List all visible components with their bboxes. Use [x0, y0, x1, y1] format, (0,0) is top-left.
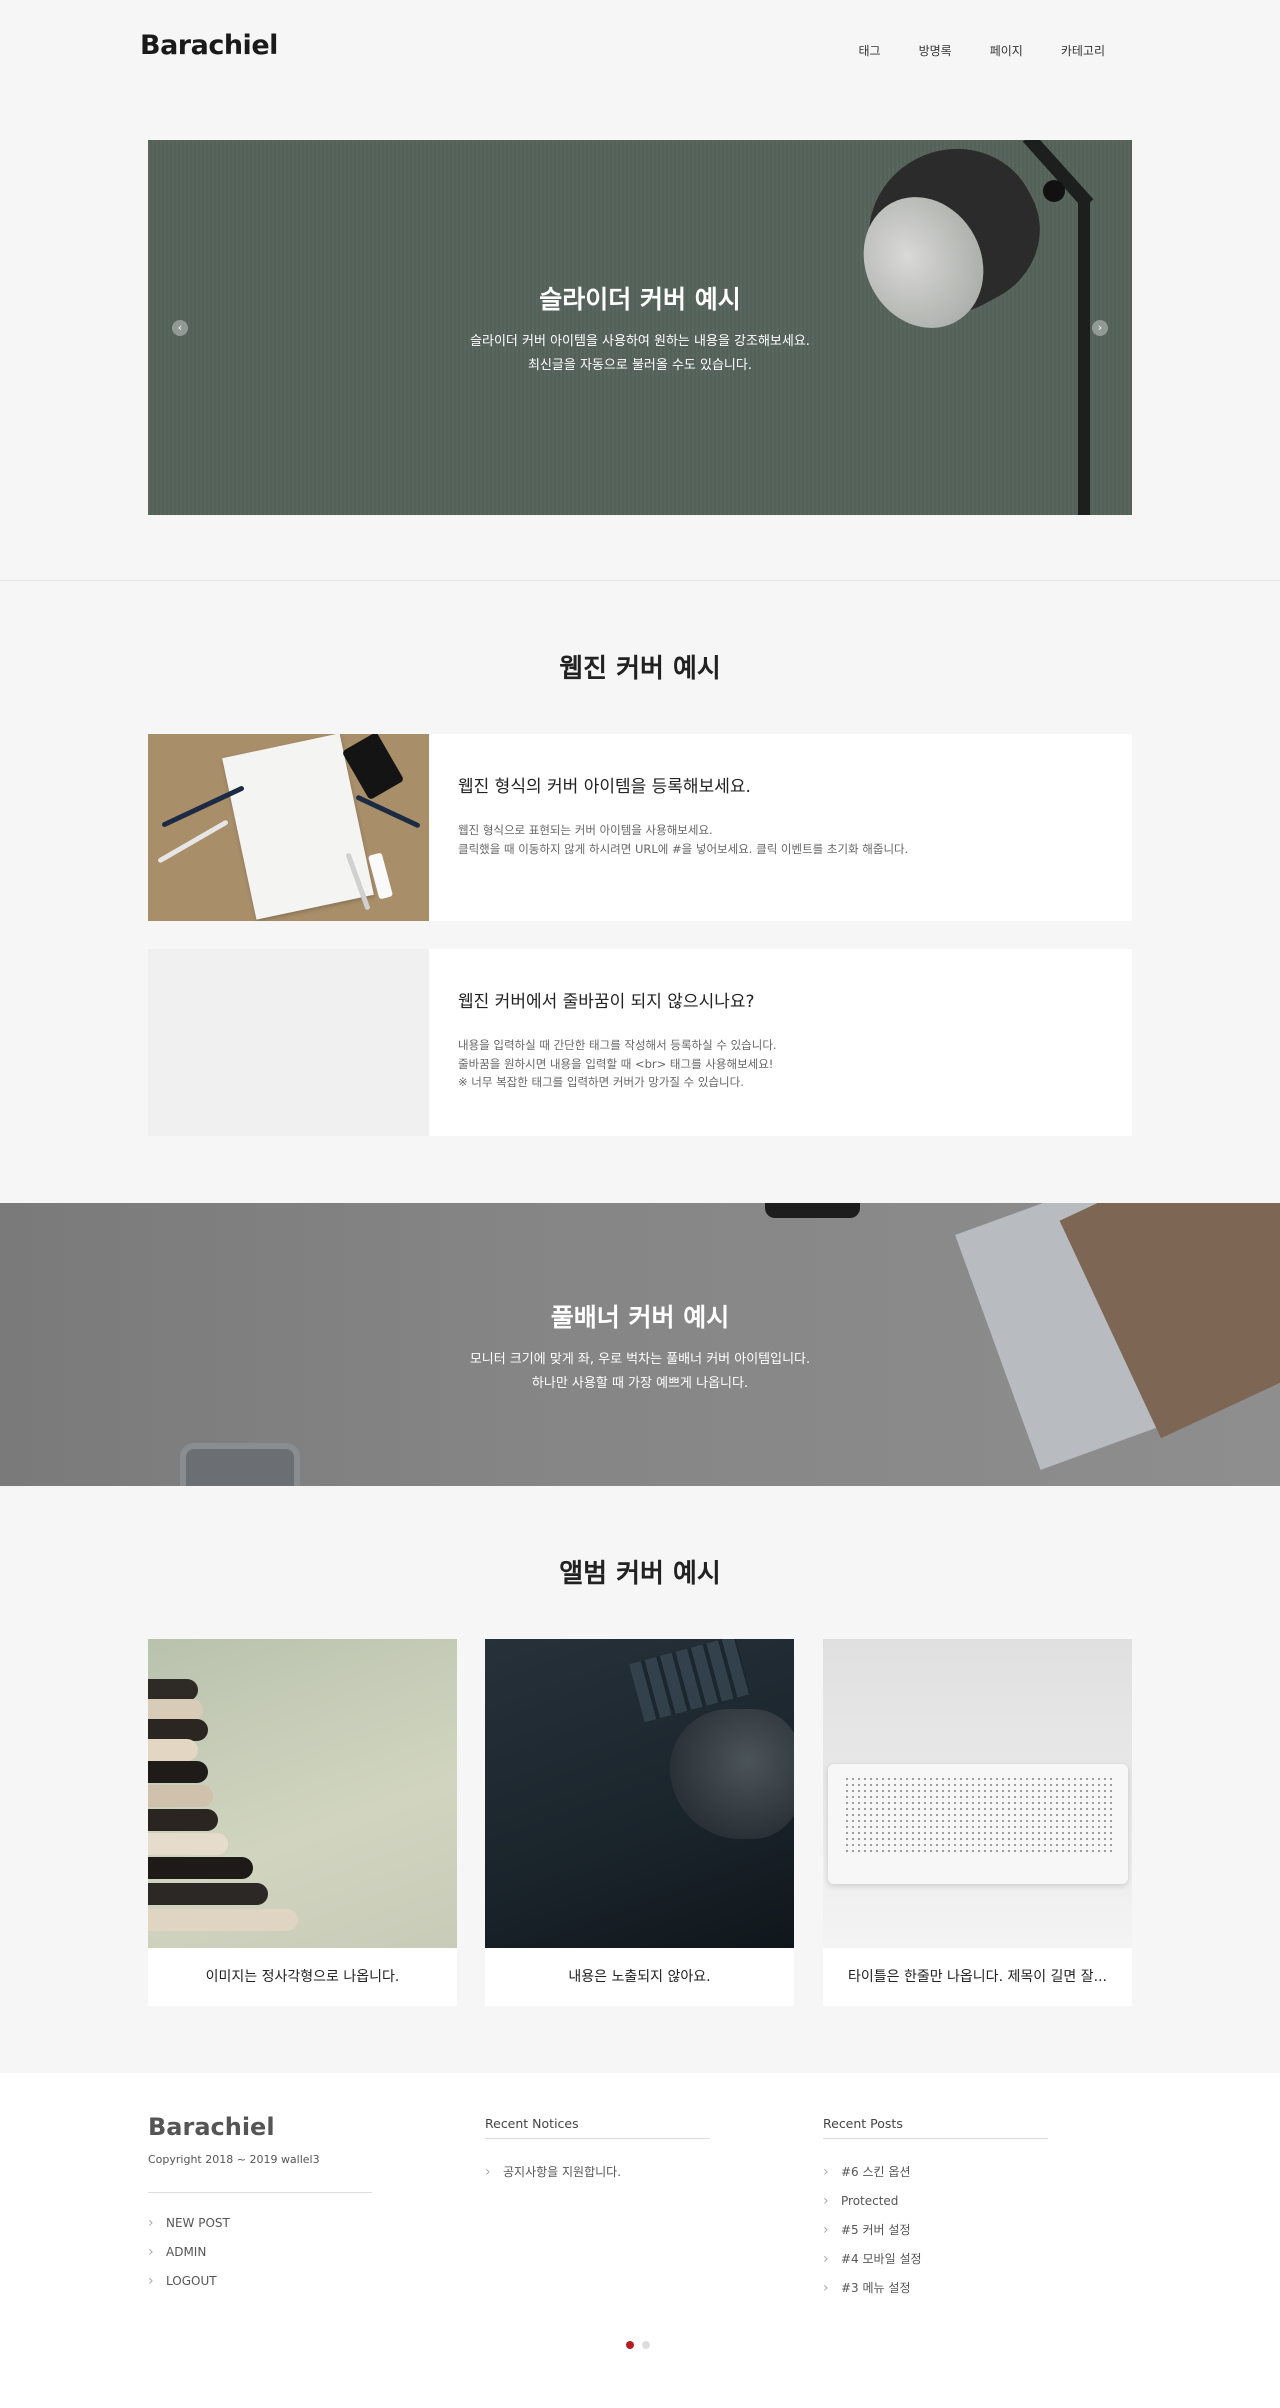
slider-title: 슬라이더 커버 예시	[539, 285, 741, 314]
album-image-tablet	[485, 1639, 794, 1948]
slider-cover[interactable]: 슬라이더 커버 예시 슬라이더 커버 아이템을 사용하여 원하는 내용을 강조해…	[148, 140, 1132, 515]
banner-title: 풀배너 커버 예시	[550, 1303, 730, 1332]
webzine-text-line: 웹진 형식으로 표현되는 커버 아이템을 사용해보세요.	[458, 823, 713, 837]
speaker-grille	[844, 1776, 1112, 1854]
album-caption: 타이틀은 한줄만 나옵니다. 제목이 길면 잘...	[847, 1969, 1107, 1985]
webzine-title: 웹진 형식의 커버 아이템을 등록해보세요.	[458, 777, 751, 797]
pagination-dots	[626, 2341, 650, 2349]
stone	[148, 1857, 253, 1879]
nav-tag[interactable]: 태그	[858, 42, 880, 59]
stone	[148, 1761, 208, 1783]
site-logo[interactable]: Barachiel	[140, 30, 278, 61]
pen-image	[157, 819, 229, 864]
stone	[148, 1809, 218, 1831]
webzine-text-line: 내용을 입력하실 때 간단한 태그를 작성해서 등록하실 수 있습니다.	[458, 1038, 777, 1052]
section-divider	[0, 580, 1280, 581]
stone	[148, 1699, 203, 1721]
banner-phone-image-2	[765, 1203, 860, 1218]
slider-desc-line-1: 슬라이더 커버 아이템을 사용하여 원하는 내용을 강조해보세요.	[470, 334, 810, 349]
logout-link[interactable]: LOGOUT	[148, 2272, 230, 2301]
post-link[interactable]: #4 모바일 설정	[823, 2250, 922, 2279]
webzine-section-title: 웹진 커버 예시	[559, 654, 721, 684]
footer-logo[interactable]: Barachiel	[148, 2113, 275, 2141]
pen-image	[355, 794, 421, 829]
banner-desc-line-2: 하나만 사용할 때 가장 예쁘게 나옵니다.	[531, 1376, 749, 1391]
webzine-title: 웹진 커버에서 줄바꿈이 되지 않으시나요?	[458, 992, 755, 1012]
full-banner-cover[interactable]: 풀배너 커버 예시 모니터 크기에 맞게 좌, 우로 벅차는 풀배너 커버 아이…	[0, 1203, 1280, 1486]
new-post-link[interactable]: NEW POST	[148, 2214, 230, 2243]
post-link[interactable]: #5 커버 설정	[823, 2221, 922, 2250]
banner-phone-image	[180, 1443, 300, 1486]
page-dot-1[interactable]	[626, 2341, 634, 2349]
stone	[148, 1739, 198, 1761]
recent-notices-title: Recent Notices	[485, 2116, 579, 2131]
site-footer: Barachiel Copyright 2018 ~ 2019 wallel3 …	[0, 2073, 1280, 2408]
footer-rule	[148, 2192, 372, 2193]
footer-rule	[485, 2138, 710, 2139]
footer-copyright: Copyright 2018 ~ 2019 wallel3	[148, 2153, 320, 2166]
album-section-title: 앨범 커버 예시	[559, 1559, 721, 1589]
webzine-item[interactable]: 웹진 커버에서 줄바꿈이 되지 않으시나요? 내용을 입력하실 때 간단한 태그…	[148, 949, 1132, 1136]
album-caption: 내용은 노출되지 않아요.	[568, 1969, 711, 1985]
recent-posts-title: Recent Posts	[823, 2116, 903, 2131]
nav-page[interactable]: 페이지	[990, 42, 1023, 59]
album-item[interactable]: 내용은 노출되지 않아요.	[485, 1639, 794, 2006]
album-image-stack	[148, 1639, 457, 1948]
stone	[148, 1883, 268, 1905]
album-item[interactable]: 이미지는 정사각형으로 나옵니다.	[148, 1639, 457, 2006]
recent-posts-list: #6 스킨 옵션 Protected #5 커버 설정 #4 모바일 설정 #3…	[823, 2163, 922, 2308]
webzine-text-line: ※ 너무 복잡한 태그를 입력하면 커버가 망가질 수 있습니다.	[458, 1075, 744, 1089]
stone	[148, 1719, 208, 1741]
admin-link[interactable]: ADMIN	[148, 2243, 230, 2272]
main-nav: 태그 방명록 페이지 카테고리	[820, 42, 1105, 59]
slider-next-icon[interactable]: ›	[1092, 320, 1108, 336]
nav-guestbook[interactable]: 방명록	[919, 42, 952, 59]
webzine-item[interactable]: 웹진 형식의 커버 아이템을 등록해보세요. 웹진 형식으로 표현되는 커버 아…	[148, 734, 1132, 921]
banner-desc-line-1: 모니터 크기에 맞게 좌, 우로 벅차는 풀배너 커버 아이템입니다.	[469, 1352, 811, 1367]
notice-link[interactable]: 공지사항을 지원합니다.	[485, 2163, 621, 2192]
stone	[148, 1833, 228, 1855]
slider-desc-line-2: 최신글을 자동으로 불러올 수도 있습니다.	[528, 358, 752, 373]
webzine-thumbnail	[148, 734, 429, 921]
banner-caption: 풀배너 커버 예시 모니터 크기에 맞게 좌, 우로 벅차는 풀배너 커버 아이…	[0, 1298, 1280, 1396]
footer-rule	[823, 2138, 1048, 2139]
lamp-joint	[1043, 180, 1065, 202]
stone	[148, 1785, 213, 1807]
speaker-image	[828, 1764, 1128, 1884]
webzine-text-line: 클릭했을 때 이동하지 않게 하시려면 URL에 #을 넣어보세요. 클릭 이벤…	[458, 841, 909, 856]
post-link[interactable]: #6 스킨 옵션	[823, 2163, 922, 2192]
slider-caption: 슬라이더 커버 예시 슬라이더 커버 아이템을 사용하여 원하는 내용을 강조해…	[148, 280, 1132, 378]
post-link[interactable]: Protected	[823, 2192, 922, 2221]
album-item[interactable]: 타이틀은 한줄만 나옵니다. 제목이 길면 잘...	[823, 1639, 1132, 2006]
stone	[148, 1909, 298, 1931]
page-dot-2[interactable]	[642, 2341, 650, 2349]
webzine-text-line: 줄바꿈을 원하시면 내용을 입력할 때 <br> 태그를 사용해보세요!	[458, 1056, 774, 1071]
album-caption: 이미지는 정사각형으로 나옵니다.	[205, 1969, 400, 1985]
webzine-thumbnail-empty	[148, 949, 429, 1136]
recent-notices-list: 공지사항을 지원합니다.	[485, 2163, 621, 2192]
slider-prev-icon[interactable]: ‹	[172, 320, 188, 336]
stone	[148, 1679, 198, 1701]
nav-category[interactable]: 카테고리	[1061, 42, 1105, 59]
webzine-body: 웹진 커버에서 줄바꿈이 되지 않으시나요? 내용을 입력하실 때 간단한 태그…	[458, 987, 1098, 1092]
post-link[interactable]: #3 메뉴 설정	[823, 2279, 922, 2308]
album-image-speaker	[823, 1639, 1132, 1948]
site-header: Barachiel 태그 방명록 페이지 카테고리	[0, 0, 1280, 100]
hand-image	[670, 1709, 794, 1839]
footer-admin-links: NEW POST ADMIN LOGOUT	[148, 2214, 230, 2301]
webzine-body: 웹진 형식의 커버 아이템을 등록해보세요. 웹진 형식으로 표현되는 커버 아…	[458, 772, 1098, 858]
